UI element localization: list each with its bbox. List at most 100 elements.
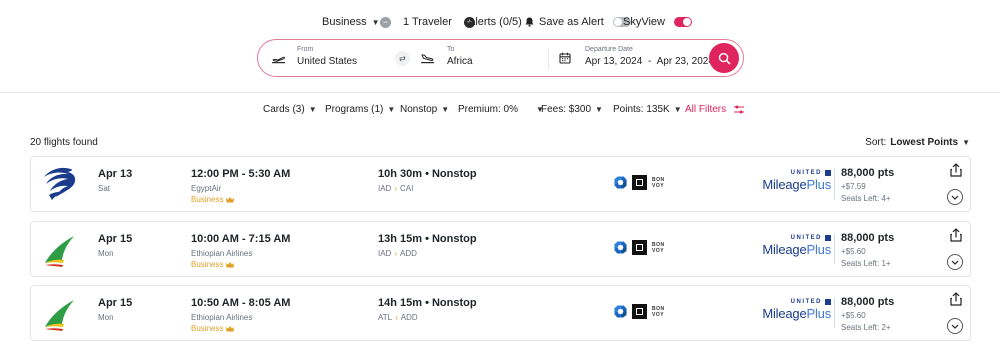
- share-icon[interactable]: [949, 228, 963, 242]
- flight-route: IAD › ADD: [378, 249, 417, 258]
- filter-cards[interactable]: Cards (3) ▼: [263, 104, 317, 115]
- hyatt-icon: [632, 175, 647, 190]
- chevron-down-icon: [951, 260, 959, 265]
- save-alert-toggle[interactable]: Save as Alert: [525, 12, 631, 32]
- filter-bar: Cards (3) ▼ Programs (1) ▼ Nonstop ▼ Premiu…: [0, 104, 1000, 118]
- card-programs: BON VOY: [614, 240, 665, 255]
- chase-icon: [614, 305, 627, 318]
- filter-points[interactable]: Points: 135K ▼: [613, 104, 682, 115]
- filter-premium[interactable]: Premium: 0% ▼: [458, 104, 544, 115]
- filter-stops[interactable]: Nonstop ▼: [400, 104, 449, 115]
- filter-fees-label: Fees: $300: [541, 104, 592, 115]
- expand-button[interactable]: [947, 189, 963, 205]
- flight-times: 12:00 PM - 5:30 AM: [191, 168, 291, 180]
- sliders-icon: [734, 105, 745, 114]
- bonvoy-icon: BON VOY: [652, 306, 665, 318]
- filter-programs[interactable]: Programs (1) ▼: [325, 104, 395, 115]
- origin-code: IAD: [378, 249, 392, 258]
- to-label: To: [447, 46, 455, 53]
- flight-route: ATL › ADD: [378, 313, 418, 322]
- from-field[interactable]: From United States: [297, 46, 357, 67]
- card-divider: [834, 169, 835, 199]
- award-fees: +$7.59: [841, 182, 866, 191]
- flight-card[interactable]: Apr 15 Mon 10:00 AM - 7:15 AM Ethiopian …: [30, 221, 971, 277]
- united-text: UNITED: [790, 235, 822, 241]
- chevron-down-icon: ▼: [595, 105, 603, 114]
- skyview-toggle[interactable]: SkyView: [623, 12, 692, 32]
- skyview-switch[interactable]: [673, 17, 692, 27]
- sort-value: Lowest Points: [890, 137, 959, 148]
- chevron-down-icon: ▼: [308, 105, 317, 114]
- united-text: UNITED: [790, 170, 822, 176]
- cabin-class-label: Business: [191, 195, 224, 204]
- destination-code: CAI: [400, 184, 414, 193]
- chevron-down-icon: ▼: [387, 105, 396, 114]
- ethiopian-logo: [45, 300, 74, 331]
- flight-search-bar: From United States ⇄ To Africa Departure…: [257, 39, 744, 77]
- to-field[interactable]: To Africa: [447, 46, 473, 67]
- airline-name: Ethiopian Airlines: [191, 249, 253, 258]
- bonvoy-text-top: BON: [652, 305, 665, 312]
- ethiopian-logo: [45, 236, 74, 267]
- alerts-label: Alerts (0/5): [468, 16, 522, 28]
- origin-code: ATL: [378, 313, 393, 322]
- award-points: 88,000 pts: [841, 296, 895, 308]
- calendar-icon: [559, 52, 571, 64]
- chevron-down-icon: ▼: [441, 105, 450, 114]
- hyatt-icon: [632, 240, 647, 255]
- bonvoy-text-top: BON: [652, 176, 665, 183]
- seats-left: Seats Left: 2+: [841, 323, 891, 332]
- swap-icon[interactable]: ⇄: [395, 51, 410, 66]
- takeoff-icon: [272, 56, 286, 64]
- all-filters-label: All Filters: [685, 104, 727, 115]
- search-button[interactable]: [709, 43, 739, 73]
- flight-card[interactable]: Apr 15 Mon 10:50 AM - 8:05 AM Ethiopian …: [30, 285, 971, 341]
- traveler-count: 1 Traveler: [403, 16, 452, 28]
- cabin-class-label: Business: [191, 260, 224, 269]
- date-field[interactable]: Departure Date Apr 13, 2024 - Apr 23, 20…: [585, 46, 714, 67]
- globe-icon: [825, 235, 831, 241]
- filter-stops-label: Nonstop: [400, 104, 438, 115]
- award-fees: +$5.60: [841, 247, 866, 256]
- alerts-link[interactable]: Alerts (0/5): [468, 12, 522, 32]
- cabin-class: Business: [191, 195, 235, 204]
- egyptair-logo: [44, 167, 76, 200]
- to-value: Africa: [447, 56, 473, 67]
- sort-dropdown[interactable]: Sort: Lowest Points ▼: [865, 137, 970, 148]
- date-separator: -: [648, 56, 652, 67]
- flight-date: Apr 15: [98, 297, 133, 309]
- share-icon[interactable]: [949, 292, 963, 306]
- filter-programs-label: Programs (1): [325, 104, 384, 115]
- flight-times: 10:50 AM - 8:05 AM: [191, 297, 291, 309]
- flight-duration: 10h 30m • Nonstop: [378, 168, 477, 180]
- share-icon[interactable]: [949, 163, 963, 177]
- all-filters-button[interactable]: All Filters: [685, 104, 745, 115]
- destination-code: ADD: [400, 313, 418, 322]
- flight-duration: 14h 15m • Nonstop: [378, 297, 477, 309]
- minus-icon[interactable]: −: [380, 16, 391, 28]
- cabin-dropdown[interactable]: Business ▼: [322, 12, 380, 32]
- globe-icon: [825, 170, 831, 176]
- award-fees: +$5.60: [841, 311, 866, 320]
- flight-weekday: Mon: [98, 249, 114, 258]
- from-value: United States: [297, 56, 358, 67]
- seats-left: Seats Left: 4+: [841, 194, 891, 203]
- from-label: From: [297, 46, 314, 53]
- expand-button[interactable]: [947, 318, 963, 334]
- bell-icon: [525, 17, 534, 27]
- mileage-text: Mileage: [762, 177, 807, 192]
- filter-fees[interactable]: Fees: $300 ▼: [541, 104, 603, 115]
- seats-left: Seats Left: 1+: [841, 259, 891, 268]
- bonvoy-text-bottom: VOY: [652, 311, 665, 318]
- save-alert-label: Save as Alert: [539, 16, 604, 28]
- results-count: 20 flights found: [30, 137, 98, 148]
- chevron-down-icon: ▼: [673, 105, 682, 114]
- cabin-class: Business: [191, 324, 235, 333]
- expand-button[interactable]: [947, 254, 963, 270]
- mileageplus-logo: UNITED MileagePlus: [759, 299, 831, 327]
- skyview-label: SkyView: [623, 16, 665, 28]
- card-divider: [834, 298, 835, 328]
- filter-cards-label: Cards (3): [263, 104, 305, 115]
- bonvoy-text-top: BON: [652, 241, 665, 248]
- flight-card[interactable]: Apr 13 Sat 12:00 PM - 5:30 AM EgyptAir B…: [30, 156, 971, 212]
